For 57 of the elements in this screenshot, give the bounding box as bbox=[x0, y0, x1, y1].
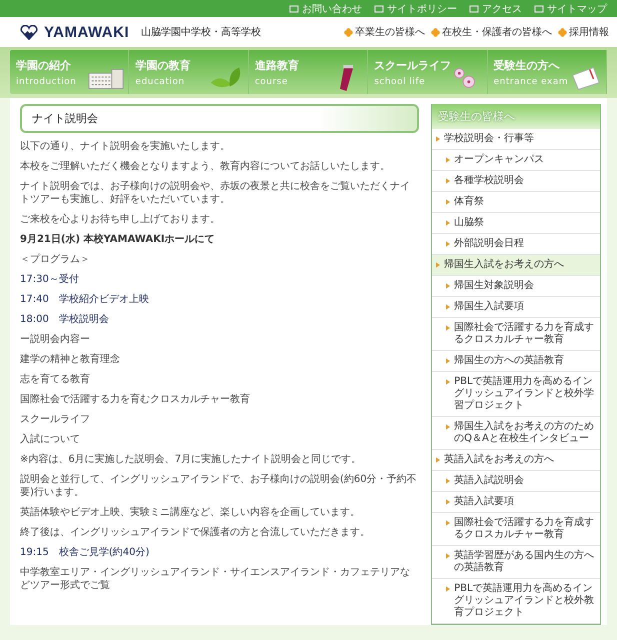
clover-icon bbox=[344, 28, 353, 36]
body-text: 以下の通り、ナイト説明会を実施いたします。 bbox=[20, 140, 231, 153]
body-text: 17:30～受付 bbox=[20, 273, 80, 286]
triangle-bullet-icon bbox=[446, 157, 450, 163]
triangle-bullet-icon bbox=[446, 199, 450, 205]
sidebar-link[interactable]: 体育祭 bbox=[432, 192, 600, 213]
body-text: 中学教室エリア・イングリッシュアイランド・サイエンスアイランド・カフェテリアなどツアー形式でご覧 bbox=[20, 566, 411, 592]
triangle-bullet-icon bbox=[446, 424, 450, 430]
body-text: 説明会と並行して、イングリッシュアイランドで、お子様向けの説明会(約60分・予約不要)行います。 bbox=[20, 473, 418, 499]
triangle-bullet-icon bbox=[446, 283, 450, 289]
triangle-bullet-icon bbox=[446, 478, 450, 484]
paint-tube-icon bbox=[340, 65, 354, 91]
triangle-bullet-icon bbox=[446, 379, 450, 385]
body-text: 9月21日(水) 本校YAMAWAKIホールにて bbox=[20, 233, 216, 246]
triangle-bullet-icon bbox=[446, 358, 450, 364]
body-text: ー説明会内容ー bbox=[20, 333, 91, 346]
sidebar-link[interactable]: 帰国生の方への英語教育 bbox=[432, 351, 600, 372]
body-text: ナイト説明会では、お子様向けの説明会や、赤坂の夜景と共に校舎をご覧いただくナイトツアーも実施し、好評をいただいています。 bbox=[20, 180, 411, 206]
sidebar-link[interactable]: 国際社会で活躍する力を育成するクロスカルチャー教育 bbox=[432, 318, 600, 351]
triangle-bullet-icon bbox=[446, 178, 450, 184]
body-text: 建学の精神と教育理念 bbox=[20, 353, 121, 366]
clover-icon bbox=[558, 28, 567, 36]
body-text: 終了後は、イングリッシュアイランドで保護者の方と合流していただきます。 bbox=[20, 526, 371, 539]
sidebar-link[interactable]: 帰国生入試をお考えの方へ bbox=[432, 255, 600, 276]
triangle-bullet-icon bbox=[446, 553, 450, 559]
header-link[interactable]: 採用情報 bbox=[558, 25, 609, 39]
triangle-bullet-icon bbox=[436, 136, 440, 142]
body-text: 入試について bbox=[20, 433, 81, 446]
body-text: 国際社会で活躍する力を育むクロスカルチャー教育 bbox=[20, 393, 251, 406]
body-text: スクールライフ bbox=[20, 413, 91, 426]
body-text: 英語体験やビデオ上映、実験ミニ講座など、楽しい内容を企画しています。 bbox=[20, 506, 361, 519]
body-text: 19:15 校舎ご見学(約40分) bbox=[20, 546, 150, 559]
body-text: ご来校を心よりお待ち申し上げております。 bbox=[20, 213, 221, 226]
triangle-bullet-icon bbox=[436, 262, 440, 268]
triangle-bullet-icon bbox=[446, 586, 450, 592]
sidebar-link[interactable]: 国際社会で活躍する力を育成するクロスカルチャー教育 bbox=[432, 513, 600, 546]
body-text: 17:40 学校紹介ビデオ上映 bbox=[20, 293, 150, 306]
header-link[interactable]: 卒業生の皆様へ bbox=[344, 25, 425, 39]
body-text: ※内容は、6月に実施した説明会、7月に実施したナイト説明会と同じです。 bbox=[20, 453, 362, 466]
sidebar-title: 受験生の皆様へ bbox=[432, 104, 600, 129]
triangle-bullet-icon bbox=[446, 520, 450, 526]
page-title: ナイト説明会 bbox=[20, 104, 420, 133]
header-link[interactable]: 在校生・保護者の皆様へ bbox=[431, 25, 552, 39]
logo-wordmark: YAMAWAKI bbox=[44, 24, 130, 40]
school-name: 山脇学園中学校・高等学校 bbox=[141, 26, 262, 39]
body-text: ＜プログラム＞ bbox=[20, 253, 91, 266]
clover-icon bbox=[431, 28, 440, 36]
heart-mountain-icon bbox=[20, 24, 38, 40]
triangle-bullet-icon bbox=[446, 499, 450, 505]
triangle-bullet-icon bbox=[446, 304, 450, 310]
triangle-bullet-icon bbox=[436, 457, 440, 463]
body-text: 本校をご理解いただく機会となりますよう、教育内容についてお話しいたします。 bbox=[20, 160, 391, 173]
body-text: 志を育てる教育 bbox=[20, 373, 91, 386]
triangle-bullet-icon bbox=[446, 325, 450, 331]
triangle-bullet-icon bbox=[446, 220, 450, 226]
triangle-bullet-icon bbox=[446, 241, 450, 247]
body-text: 18:00 学校説明会 bbox=[20, 313, 110, 326]
